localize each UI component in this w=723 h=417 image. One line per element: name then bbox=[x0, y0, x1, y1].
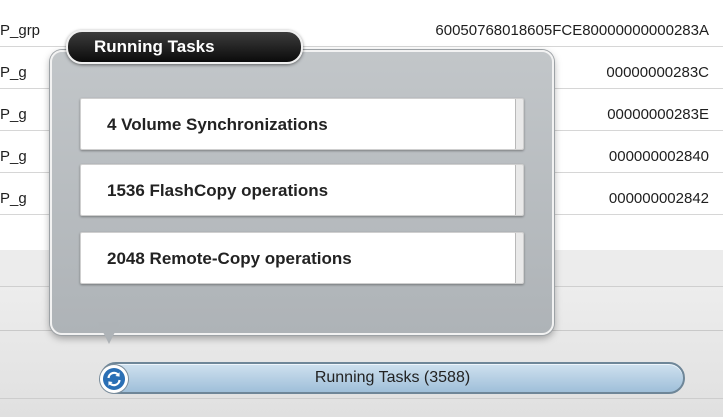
table-cell-id: 60050768018605FCE80000000000283A bbox=[435, 22, 709, 39]
task-item-remote-copy[interactable]: 2048 Remote-Copy operations bbox=[80, 232, 524, 284]
table-cell-id: 000000002842 bbox=[608, 190, 709, 207]
sync-icon[interactable] bbox=[100, 365, 128, 393]
running-tasks-status-bar[interactable]: Running Tasks (3588) bbox=[100, 362, 685, 394]
table-cell-name: P_g bbox=[0, 148, 27, 165]
table-cell-id: 00000000283E bbox=[607, 106, 709, 123]
table-cell-id: 000000002840 bbox=[608, 148, 709, 165]
table-cell-name: P_g bbox=[0, 190, 27, 207]
popup-pointer bbox=[98, 322, 120, 344]
popup-title: Running Tasks bbox=[66, 30, 303, 64]
divider bbox=[0, 398, 723, 399]
table-cell-name: P_g bbox=[0, 106, 27, 123]
table-cell-name: P_grp bbox=[0, 22, 41, 39]
task-item-volume-sync[interactable]: 4 Volume Synchronizations bbox=[80, 98, 524, 150]
task-item-flashcopy[interactable]: 1536 FlashCopy operations bbox=[80, 164, 524, 216]
table-cell-id: 00000000283C bbox=[606, 64, 709, 81]
running-tasks-label: Running Tasks (3588) bbox=[314, 369, 471, 386]
table-cell-name: P_g bbox=[0, 64, 27, 81]
